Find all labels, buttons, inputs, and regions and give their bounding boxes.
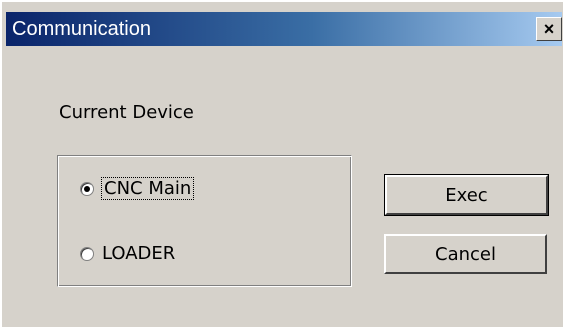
cancel-button[interactable]: Cancel [384,234,547,274]
title-bar[interactable]: Communication × [6,12,562,46]
radio-checked-icon[interactable] [80,181,94,196]
close-button[interactable]: × [536,17,562,41]
window-title: Communication [12,18,151,40]
device-groupbox: CNC Main LOADER [57,155,352,287]
radio-label-loader[interactable]: LOADER [102,243,175,264]
exec-button[interactable]: Exec [384,174,549,216]
radio-cnc-main[interactable]: CNC Main [80,177,195,200]
close-icon: × [543,18,555,39]
radio-loader[interactable]: LOADER [80,243,175,264]
radio-label-cnc-main[interactable]: CNC Main [100,177,195,200]
communication-dialog: Communication × Current Device CNC Main … [0,0,563,327]
radio-unchecked-icon[interactable] [80,246,94,261]
current-device-label: Current Device [59,102,194,123]
